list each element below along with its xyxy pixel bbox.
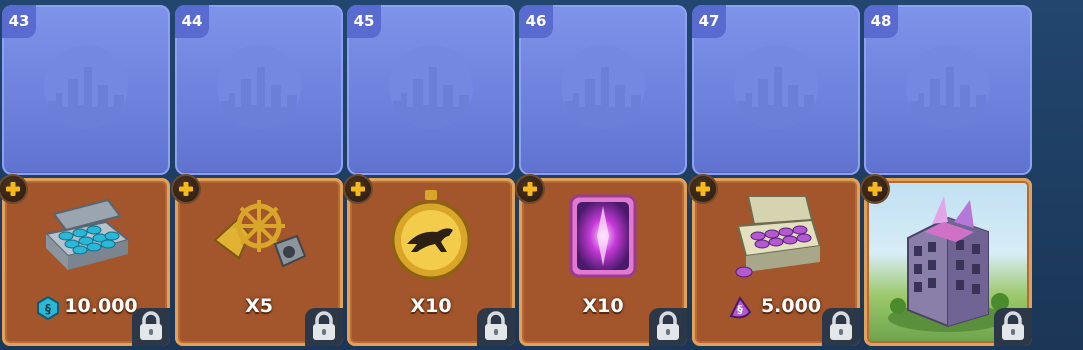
lock-icon bbox=[477, 308, 515, 346]
city-silhouette-icon bbox=[906, 45, 990, 129]
reward-card[interactable]: X10 bbox=[345, 176, 515, 346]
slot-number: 44 bbox=[175, 5, 209, 38]
lock-icon bbox=[305, 308, 343, 346]
reward-slot-44[interactable]: 44 X5 bbox=[173, 5, 343, 347]
locked-slot-panel: 43 bbox=[2, 5, 170, 175]
slot-number: 45 bbox=[347, 5, 381, 38]
reward-slot-48[interactable]: 48 bbox=[862, 5, 1032, 347]
city-silhouette-icon bbox=[44, 45, 128, 129]
locked-slot-panel: 48 bbox=[864, 5, 1032, 175]
plus-icon[interactable] bbox=[517, 176, 543, 202]
reward-card[interactable]: X10 bbox=[517, 176, 687, 346]
reward-slot-45[interactable]: 45 X10 bbox=[345, 5, 515, 347]
plus-icon[interactable] bbox=[690, 176, 716, 202]
slot-number: 43 bbox=[2, 5, 36, 38]
cash-briefcase-icon bbox=[43, 198, 131, 270]
slot-number: 48 bbox=[864, 5, 898, 38]
lock-icon bbox=[994, 308, 1032, 346]
plus-icon[interactable] bbox=[345, 176, 371, 202]
purple-briefcase-icon bbox=[735, 195, 822, 278]
lock-icon bbox=[649, 308, 687, 346]
city-silhouette-icon bbox=[217, 45, 301, 129]
lock-icon bbox=[132, 308, 170, 346]
slot-number: 47 bbox=[692, 5, 726, 38]
city-silhouette-icon bbox=[561, 45, 645, 129]
reward-card[interactable]: § 10.000 bbox=[0, 176, 170, 346]
locked-slot-panel: 46 bbox=[519, 5, 687, 175]
reward-card[interactable]: § 5.000 bbox=[690, 176, 860, 346]
plus-icon[interactable] bbox=[0, 176, 26, 202]
reward-slot-46[interactable]: 46 X10 bbox=[517, 5, 687, 347]
slot-number: 46 bbox=[519, 5, 553, 38]
lock-icon bbox=[822, 308, 860, 346]
city-silhouette-icon bbox=[734, 45, 818, 129]
locked-slot-panel: 45 bbox=[347, 5, 515, 175]
speedup-items-icon bbox=[213, 200, 307, 268]
cheetah-stopwatch-icon bbox=[391, 190, 471, 280]
plus-icon[interactable] bbox=[173, 176, 199, 202]
city-silhouette-icon bbox=[389, 45, 473, 129]
locked-slot-panel: 44 bbox=[175, 5, 343, 175]
reward-card[interactable]: X5 bbox=[173, 176, 343, 346]
pink-portal-icon bbox=[569, 194, 637, 278]
reward-slot-47[interactable]: 47 § 5.000 bbox=[690, 5, 860, 347]
locked-slot-panel: 47 bbox=[692, 5, 860, 175]
reward-slot-43[interactable]: 43 § 10.000 bbox=[0, 5, 170, 347]
reward-card[interactable] bbox=[862, 176, 1032, 346]
